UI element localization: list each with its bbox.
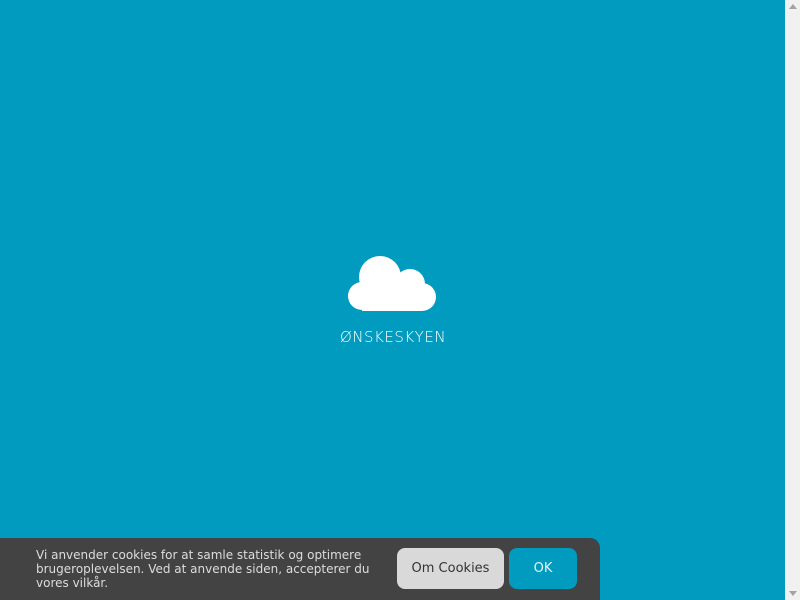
brand-logo: ØNSKESKYEN: [330, 250, 456, 360]
scroll-up-arrow-icon[interactable]: [789, 4, 797, 9]
accept-cookies-button[interactable]: OK: [509, 548, 577, 589]
brand-name: ØNSKESKYEN: [339, 328, 447, 346]
vertical-scrollbar[interactable]: [785, 0, 800, 600]
cookie-message: Vi anvender cookies for at samle statist…: [36, 548, 370, 590]
page-background: ØNSKESKYEN: [0, 0, 785, 600]
cookie-banner: Vi anvender cookies for at samle statist…: [0, 538, 600, 600]
cloud-icon: [348, 256, 436, 311]
scroll-down-arrow-icon[interactable]: [789, 591, 797, 596]
about-cookies-button[interactable]: Om Cookies: [397, 548, 504, 589]
